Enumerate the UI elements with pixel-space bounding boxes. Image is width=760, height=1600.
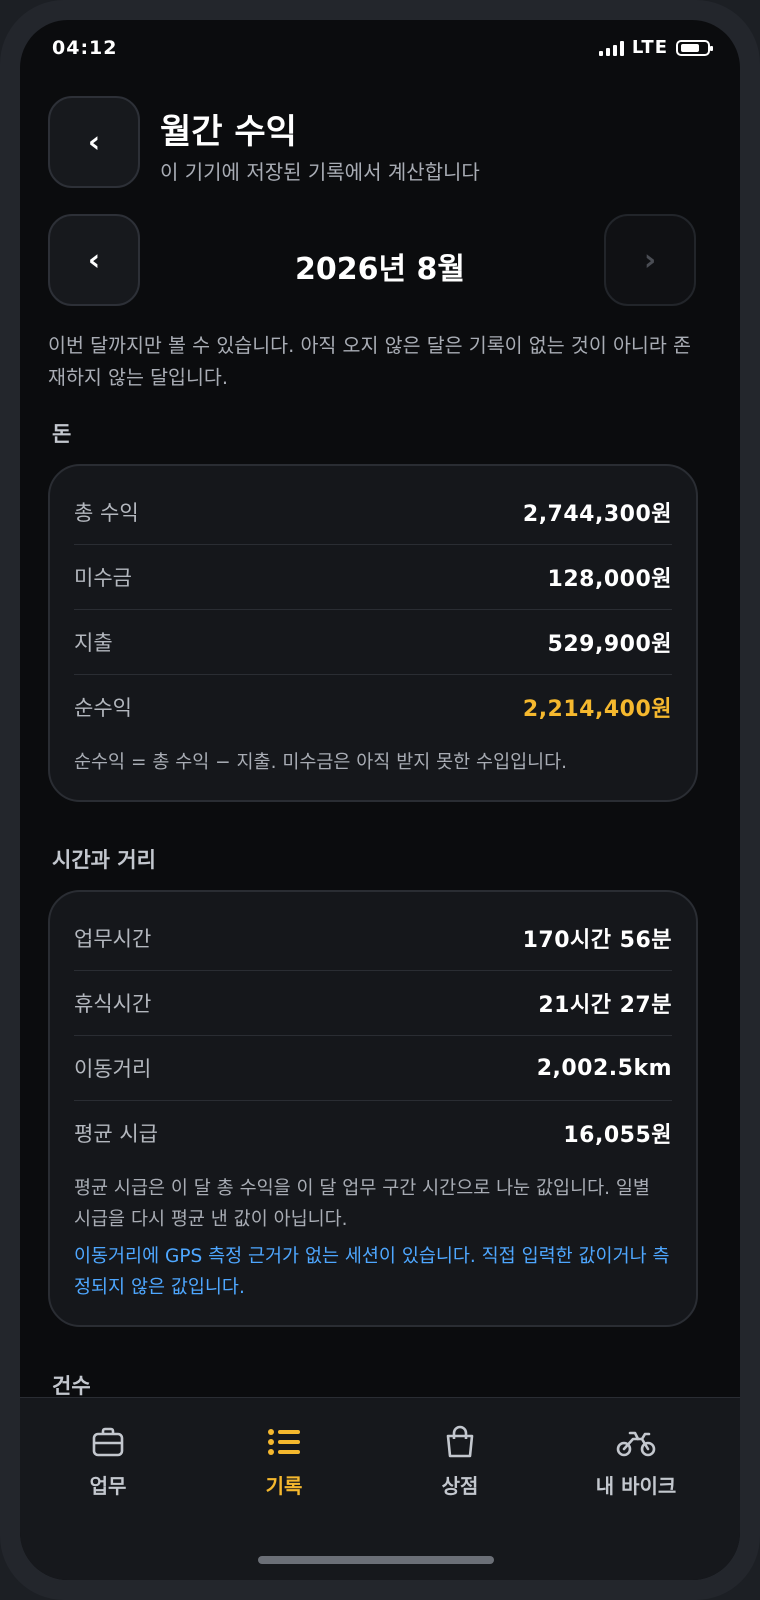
bike-icon: [576, 1422, 696, 1462]
row-label: 업무시간: [74, 927, 152, 951]
row-value: 21시간 27분: [538, 993, 672, 1018]
page-title: 월간 수익: [160, 112, 297, 152]
month-limit-note: 이번 달까지만 볼 수 있습니다. 아직 오지 않은 달은 기록이 없는 것이 …: [48, 334, 691, 389]
money-row-total: 총 수익 2,744,300원: [74, 480, 672, 545]
money-footnote: 순수익 = 총 수익 − 지출. 미수금은 아직 받지 못한 수입입니다.: [74, 752, 568, 773]
status-time: 04:12: [52, 37, 118, 59]
net-income-value: 2,214,400원: [522, 697, 672, 722]
device-frame: 04:12 LTE ‹ 월간 수익 이 기기에 저장된 기록에서 계산합니다 ‹…: [0, 0, 760, 1600]
gps-warning: 이동거리에 GPS 측정 근거가 없는 세션이 있습니다. 직접 입력한 값이거…: [74, 1246, 670, 1298]
row-label: 평균 시급: [74, 1122, 158, 1146]
money-row-expense: 지출 529,900원: [74, 610, 672, 675]
row-label: 이동거리: [74, 1057, 152, 1081]
money-row-net: 순수익 2,214,400원: [74, 675, 672, 739]
hourly-footnote: 평균 시급은 이 달 총 수익을 이 달 업무 구간 시간으로 나눈 값입니다.…: [74, 1178, 650, 1230]
page-subtitle: 이 기기에 저장된 기록에서 계산합니다: [160, 160, 480, 184]
time-distance-card: 업무시간 170시간 56분 휴식시간 21시간 27분 이동거리 2,002.…: [48, 890, 698, 1327]
tab-label: 내 바이크: [595, 1474, 677, 1498]
status-indicators: LTE: [598, 37, 713, 58]
row-label: 지출: [74, 631, 113, 655]
section-title-time-distance: 시간과 거리: [52, 848, 156, 872]
money-card: 총 수익 2,744,300원 미수금 128,000원 지출 529,900원…: [48, 464, 698, 802]
tab-records[interactable]: 기록: [224, 1422, 344, 1499]
chevron-left-icon: ‹: [87, 124, 101, 160]
home-indicator[interactable]: [258, 1556, 494, 1564]
chevron-right-icon: ›: [643, 242, 657, 278]
section-title-count: 건수: [52, 1374, 91, 1398]
next-month-button[interactable]: ›: [604, 214, 696, 306]
row-label: 총 수익: [74, 501, 139, 525]
row-value: 16,055원: [563, 1123, 672, 1148]
tab-label: 상점: [441, 1474, 479, 1498]
status-bar: 04:12 LTE: [20, 20, 740, 70]
time-row-hourly: 평균 시급 16,055원: [74, 1101, 672, 1165]
list-icon: [224, 1422, 344, 1462]
row-label: 휴식시간: [74, 992, 152, 1016]
app-screen: 04:12 LTE ‹ 월간 수익 이 기기에 저장된 기록에서 계산합니다 ‹…: [20, 20, 740, 1580]
tab-label: 기록: [265, 1474, 303, 1498]
row-value: 128,000원: [547, 567, 672, 592]
row-value: 529,900원: [547, 632, 672, 657]
section-title-money: 돈: [52, 422, 72, 446]
row-value: 2,744,300원: [522, 502, 672, 527]
row-value: 170시간 56분: [522, 928, 672, 953]
tab-label: 업무: [89, 1474, 127, 1498]
shopping-bag-icon: [400, 1422, 520, 1462]
money-row-receivable: 미수금 128,000원: [74, 545, 672, 610]
network-type: LTE: [631, 37, 668, 58]
row-label: 순수익: [74, 696, 132, 720]
time-row-rest: 휴식시간 21시간 27분: [74, 971, 672, 1036]
tab-my-bike[interactable]: 내 바이크: [576, 1422, 696, 1499]
row-value: 2,002.5km: [536, 1055, 672, 1081]
tab-shop[interactable]: 상점: [400, 1422, 520, 1499]
time-row-distance: 이동거리 2,002.5km: [74, 1036, 672, 1101]
briefcase-icon: [48, 1422, 168, 1462]
back-button[interactable]: ‹: [48, 96, 140, 188]
bottom-tab-bar: 업무 기록 상점 내 바이크: [20, 1397, 740, 1580]
tab-work[interactable]: 업무: [48, 1422, 168, 1499]
row-label: 미수금: [74, 566, 132, 590]
time-row-work: 업무시간 170시간 56분: [74, 906, 672, 971]
signal-icon: [598, 40, 624, 56]
battery-icon: [676, 39, 713, 56]
